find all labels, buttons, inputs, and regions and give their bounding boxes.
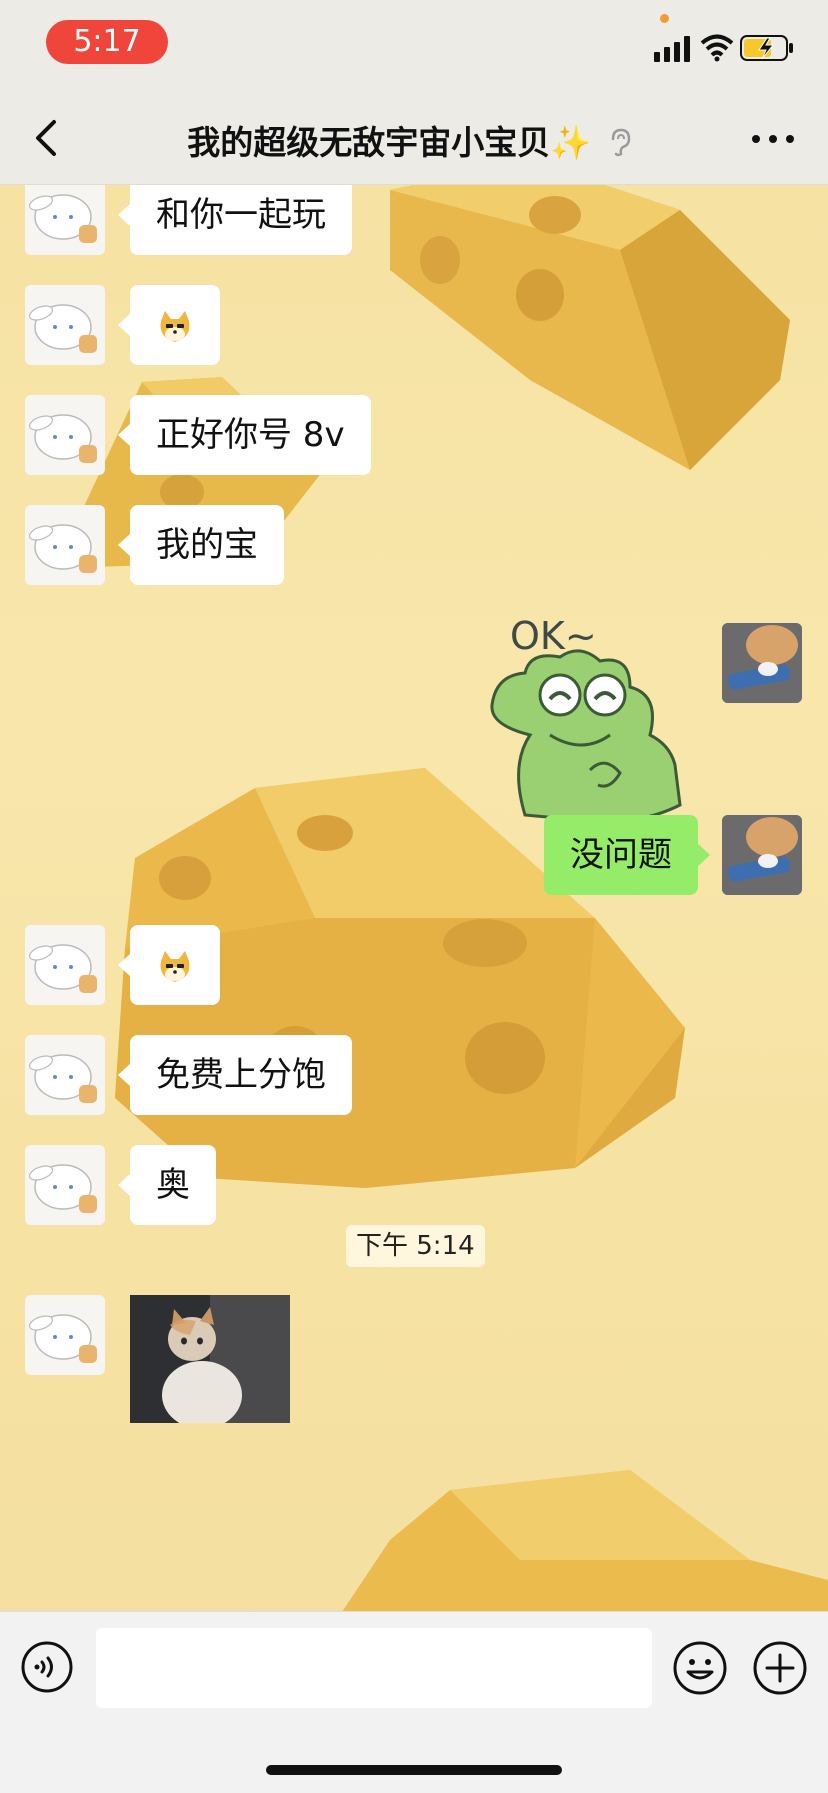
- doge-emoji-icon: [160, 310, 190, 342]
- message-row: [0, 925, 828, 1025]
- contact-avatar[interactable]: [25, 1035, 105, 1115]
- doge-emoji-icon: [160, 950, 190, 982]
- battery-charging-icon: [740, 35, 793, 61]
- chevron-left-icon[interactable]: [28, 118, 68, 158]
- smiley-icon[interactable]: [672, 1640, 728, 1696]
- message-bubble[interactable]: 和你一起玩: [118, 185, 352, 255]
- plus-icon[interactable]: [752, 1640, 808, 1696]
- chat-message-list[interactable]: 和你一起玩 正好你号 8v 我的宝 OK~ 没问题 免费上分饱 奥 下午 5:1…: [0, 185, 828, 1611]
- contact-avatar[interactable]: [25, 1145, 105, 1225]
- emoji-message-bubble[interactable]: [118, 925, 220, 1005]
- chat-input-bar: [0, 1611, 828, 1793]
- more-horizontal-icon[interactable]: [748, 124, 798, 154]
- contact-avatar[interactable]: [25, 185, 105, 255]
- kitten-photo[interactable]: [130, 1295, 290, 1423]
- message-bubble[interactable]: 奥: [118, 1145, 216, 1225]
- message-bubble[interactable]: 免费上分饱: [118, 1035, 352, 1115]
- home-indicator: [266, 1765, 562, 1775]
- frog-ok-sticker[interactable]: OK~: [470, 595, 700, 835]
- message-bubble[interactable]: 正好你号 8v: [118, 395, 371, 475]
- my-avatar[interactable]: [722, 623, 802, 703]
- privacy-indicator-dot: [660, 14, 669, 23]
- emoji-message-bubble[interactable]: [118, 285, 220, 365]
- message-input[interactable]: [96, 1628, 652, 1708]
- ear-icon: [611, 128, 631, 157]
- contact-avatar[interactable]: [25, 1295, 105, 1375]
- signal-icon: [654, 36, 690, 62]
- my-avatar[interactable]: [722, 815, 802, 895]
- chat-title-text: 我的超级无敌宇宙小宝贝✨: [187, 123, 592, 162]
- message-row: [0, 1295, 828, 1455]
- message-bubble[interactable]: 我的宝: [118, 505, 284, 585]
- message-row: 正好你号 8v: [0, 395, 828, 495]
- status-bar: 5:17: [0, 0, 828, 92]
- contact-avatar[interactable]: [25, 285, 105, 365]
- message-row: [0, 285, 828, 385]
- contact-avatar[interactable]: [25, 505, 105, 585]
- sent-message-bubble[interactable]: 没问题: [544, 815, 710, 895]
- status-time: 5:17: [46, 20, 168, 64]
- contact-avatar[interactable]: [25, 395, 105, 475]
- voice-icon[interactable]: [20, 1640, 74, 1694]
- message-row: 和你一起玩: [0, 185, 828, 275]
- message-row: 免费上分饱: [0, 1035, 828, 1135]
- message-row: 我的宝: [0, 505, 828, 605]
- message-row: OK~: [0, 614, 828, 835]
- chat-title: 我的超级无敌宇宙小宝贝✨: [150, 116, 670, 164]
- message-timestamp: 下午 5:14: [346, 1225, 485, 1267]
- message-row: 没问题: [0, 815, 828, 915]
- contact-avatar[interactable]: [25, 925, 105, 1005]
- chat-header: 我的超级无敌宇宙小宝贝✨: [0, 92, 828, 185]
- wifi-icon: [700, 34, 734, 62]
